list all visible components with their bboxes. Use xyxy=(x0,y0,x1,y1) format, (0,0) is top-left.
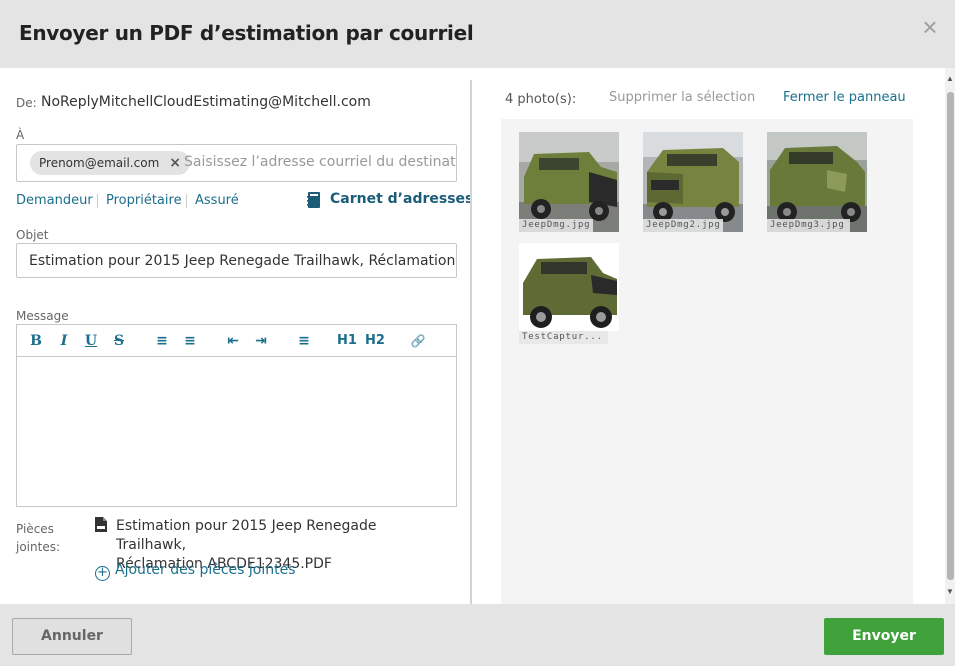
add-attachments-label: Ajouter des pièces jointes xyxy=(115,562,296,578)
strikethrough-icon[interactable]: S xyxy=(108,331,130,351)
heading1-icon[interactable]: H1 xyxy=(336,331,358,351)
bullet-list-icon[interactable]: ≡ xyxy=(179,331,201,351)
to-input[interactable]: Saisissez l’adresse courriel du destinat… xyxy=(184,154,456,170)
photo-image xyxy=(519,243,619,331)
photo-caption: JeepDmg.jpg xyxy=(519,219,593,232)
photo-caption: JeepDmg2.jpg xyxy=(643,219,723,232)
scroll-down-icon[interactable]: ▼ xyxy=(945,587,955,596)
photo-image xyxy=(519,132,619,232)
photo-image xyxy=(643,132,743,232)
ordered-list-icon[interactable]: ≡ xyxy=(151,331,173,351)
pdf-file-icon xyxy=(95,517,107,532)
close-panel-link[interactable]: Fermer le panneau xyxy=(783,90,906,105)
attachment-line1: Estimation pour 2015 Jeep Renegade Trail… xyxy=(116,518,377,553)
photo-image xyxy=(767,132,867,232)
outdent-icon[interactable]: ⇤ xyxy=(222,331,244,351)
close-icon[interactable]: × xyxy=(919,14,941,40)
link-separator xyxy=(186,194,187,208)
message-label: Message xyxy=(16,309,69,323)
photo-caption: JeepDmg3.jpg xyxy=(767,219,850,232)
align-left-icon[interactable]: ≡ xyxy=(293,331,315,351)
attachments-label: Pièces jointes: xyxy=(16,520,60,556)
photo-thumbnail[interactable]: JeepDmg2.jpg xyxy=(643,132,743,232)
add-attachments-link[interactable]: + Ajouter des pièces jointes xyxy=(95,562,296,581)
recipient-link-assure[interactable]: Assuré xyxy=(195,193,239,208)
address-book-icon[interactable] xyxy=(307,192,321,208)
italic-icon[interactable]: I xyxy=(53,331,75,351)
bold-icon[interactable]: B xyxy=(25,331,47,351)
message-editor[interactable] xyxy=(16,356,457,507)
underline-icon[interactable]: U xyxy=(80,331,102,351)
recipient-chip[interactable]: Prenom@email.com × xyxy=(30,151,190,175)
link-separator xyxy=(97,194,98,208)
photo-thumbnail[interactable]: JeepDmg3.jpg xyxy=(767,132,867,232)
delete-selection-link[interactable]: Supprimer la sélection xyxy=(609,90,755,105)
send-button[interactable]: Envoyer xyxy=(824,618,944,655)
link-icon[interactable]: 🔗 xyxy=(407,331,429,351)
address-book-link[interactable]: Carnet d’adresses xyxy=(330,191,473,207)
plus-circle-icon: + xyxy=(95,566,110,581)
subject-field[interactable]: Estimation pour 2015 Jeep Renegade Trail… xyxy=(16,243,457,278)
from-value: NoReplyMitchellCloudEstimating@Mitchell.… xyxy=(41,94,371,110)
subject-value[interactable]: Estimation pour 2015 Jeep Renegade Trail… xyxy=(29,253,457,269)
photo-thumbnail[interactable]: TestCaptur... xyxy=(519,243,619,344)
to-label: À xyxy=(16,128,25,142)
cancel-button[interactable]: Annuler xyxy=(12,618,132,655)
from-label: De: xyxy=(16,96,37,110)
recipient-link-proprietaire[interactable]: Propriétaire xyxy=(106,193,182,208)
dialog-header: Envoyer un PDF d’estimation par courriel… xyxy=(0,0,955,68)
photo-caption: TestCaptur... xyxy=(519,331,608,344)
remove-recipient-icon[interactable]: × xyxy=(169,155,181,171)
attachments-label-line1: Pièces xyxy=(16,522,54,536)
recipient-chip-text: Prenom@email.com xyxy=(39,156,160,170)
dialog-title: Envoyer un PDF d’estimation par courriel xyxy=(19,21,474,45)
subject-label: Objet xyxy=(16,228,49,242)
scrollbar-thumb[interactable] xyxy=(947,92,954,580)
recipient-link-demandeur[interactable]: Demandeur xyxy=(16,193,93,208)
to-field[interactable]: Prenom@email.com × Saisissez l’adresse co… xyxy=(16,144,457,182)
photo-thumbnail[interactable]: JeepDmg.jpg xyxy=(519,132,619,232)
indent-icon[interactable]: ⇥ xyxy=(250,331,272,351)
photo-count: 4 photo(s): xyxy=(505,92,577,107)
attachments-label-line2: jointes: xyxy=(16,540,60,554)
dialog-footer xyxy=(0,604,955,666)
heading2-icon[interactable]: H2 xyxy=(364,331,386,351)
editor-toolbar: B I U S ≡ ≡ ⇤ ⇥ ≡ H1 H2 🔗 xyxy=(16,324,457,357)
scroll-up-icon[interactable]: ▲ xyxy=(945,74,955,83)
